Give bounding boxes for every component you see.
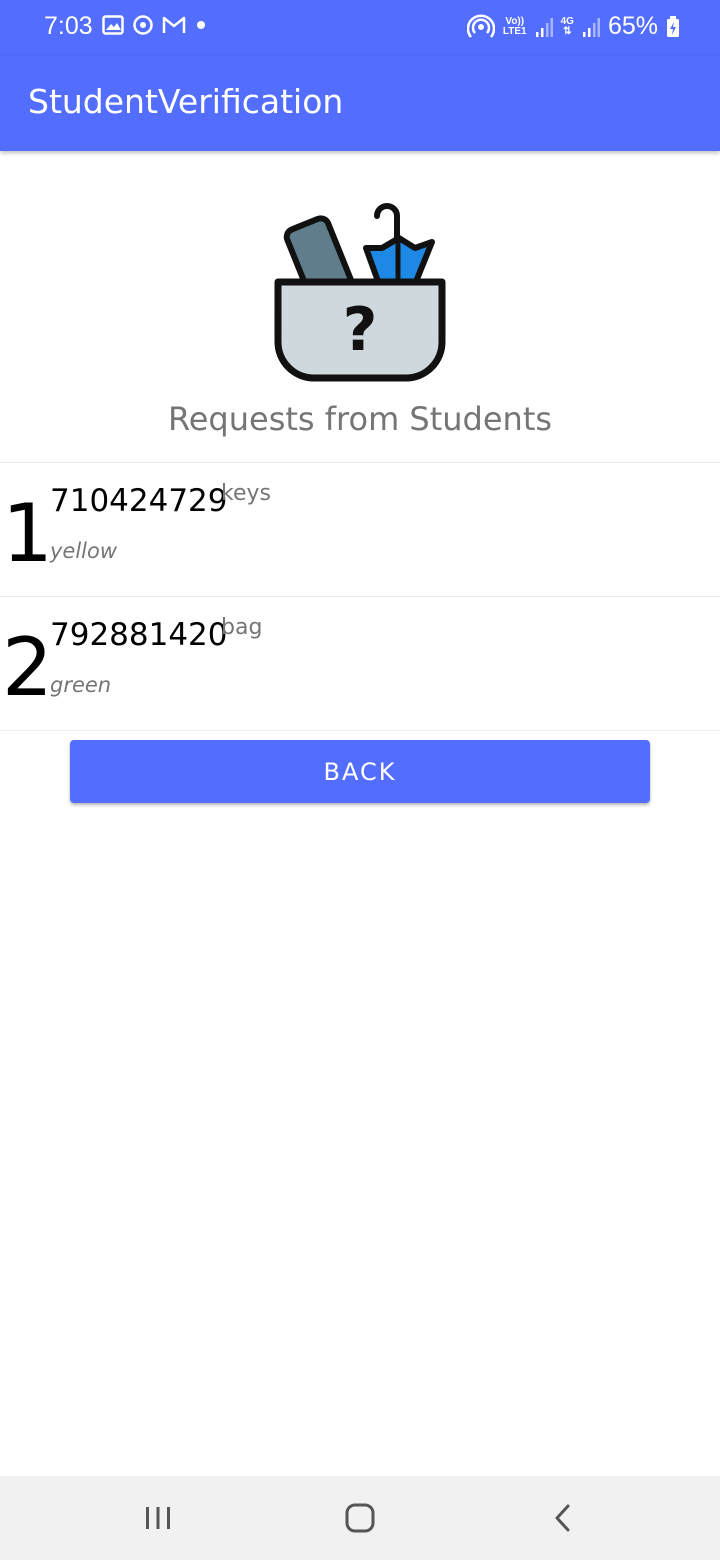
- app-title: StudentVerification: [28, 82, 344, 121]
- request-item-color: green: [50, 673, 112, 697]
- gmail-icon: [162, 16, 186, 33]
- hotspot-icon: [466, 13, 495, 38]
- net-label-top: 4G: [560, 15, 574, 27]
- home-button[interactable]: [338, 1498, 382, 1538]
- nav-back-button[interactable]: [540, 1498, 584, 1538]
- status-right: Vo)) LTE1 4G ⇅ 65%: [466, 12, 680, 41]
- app-bar: StudentVerification: [0, 56, 720, 151]
- request-index: 2: [2, 621, 53, 714]
- battery-charging-icon: [667, 15, 679, 37]
- request-item-type: bag: [221, 615, 263, 640]
- home-icon: [345, 1503, 375, 1533]
- 4g-icon: 4G ⇅: [560, 15, 574, 37]
- gallery-icon: [102, 15, 124, 35]
- battery-percent: 65%: [607, 12, 658, 40]
- list-divider: [0, 730, 720, 731]
- signal-icon-2: [582, 17, 600, 37]
- request-item-color: yellow: [50, 539, 118, 563]
- lost-and-found-box-icon: ?: [274, 203, 446, 382]
- back-icon: [555, 1504, 570, 1532]
- sync-icon: [133, 15, 153, 35]
- recent-apps-button[interactable]: [136, 1498, 180, 1538]
- volte-label-top: Vo)): [505, 15, 525, 27]
- request-student-id: 710424729: [50, 483, 228, 519]
- request-item-type: keys: [221, 481, 271, 506]
- dot-icon: [197, 21, 205, 29]
- back-button[interactable]: BACK: [70, 740, 650, 803]
- status-left-icons: [102, 14, 208, 36]
- list-item[interactable]: 1 710424729 keys yellow: [0, 463, 720, 597]
- volte-icon: Vo)) LTE1: [502, 15, 527, 37]
- request-index: 1: [2, 487, 53, 580]
- section-title: Requests from Students: [167, 400, 553, 438]
- list-item[interactable]: 2 792881420 bag green: [0, 597, 720, 731]
- status-time: 7:03: [44, 12, 93, 40]
- screen: 7:03 Vo)) LTE1 4G ⇅ 65% StudentVerificat…: [0, 0, 720, 1560]
- volte-label-bottom: LTE1: [502, 25, 527, 37]
- navigation-bar: [0, 1476, 720, 1560]
- recent-apps-icon: [146, 1507, 170, 1529]
- question-mark: ?: [343, 295, 378, 365]
- net-arrows: ⇅: [563, 25, 572, 37]
- signal-icon: [535, 17, 553, 37]
- status-bar: 7:03 Vo)) LTE1 4G ⇅ 65%: [0, 0, 720, 56]
- request-student-id: 792881420: [50, 617, 228, 653]
